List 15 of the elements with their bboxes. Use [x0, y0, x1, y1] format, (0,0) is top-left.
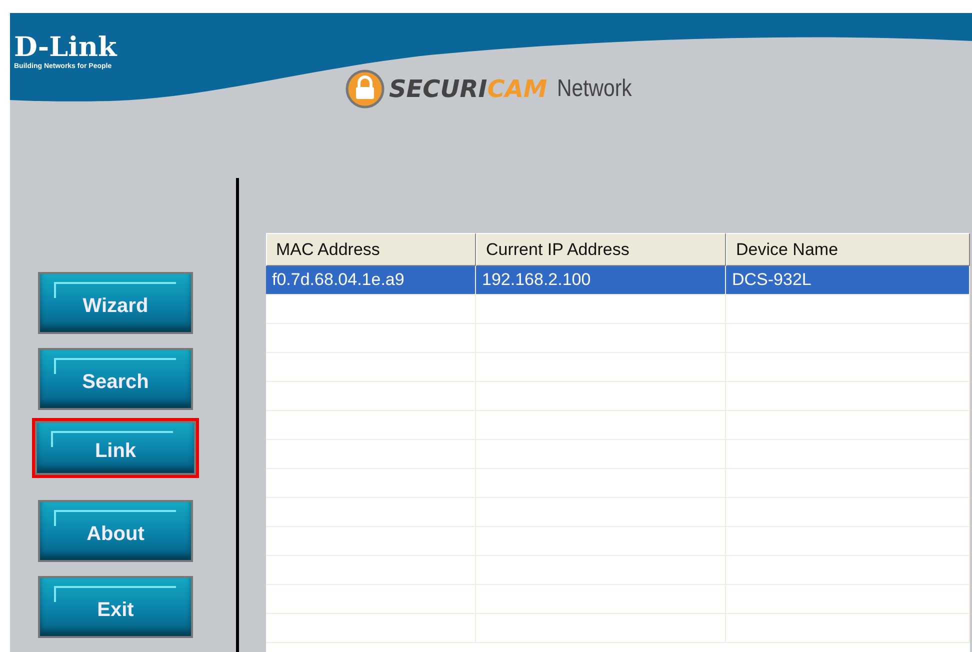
nav-button[interactable]: About	[38, 500, 193, 562]
product-subtitle: Network	[557, 75, 632, 103]
table-cell[interactable]: 192.168.2.100	[476, 266, 726, 294]
lock-icon	[345, 69, 385, 109]
product-name: SECURICAM	[389, 75, 548, 103]
logo: D-Link	[14, 33, 118, 63]
column-header[interactable]: MAC Address	[266, 233, 476, 266]
column-header[interactable]: Current IP Address	[476, 233, 726, 266]
column-header[interactable]: Device Name	[726, 233, 970, 266]
table-cell[interactable]: f0.7d.68.04.1e.a9	[266, 266, 476, 294]
nav-button[interactable]: Wizard	[38, 272, 193, 334]
table-cell[interactable]: DCS-932L	[726, 266, 970, 294]
nav-button[interactable]: Link	[35, 421, 196, 475]
nav-button[interactable]: Exit	[38, 576, 193, 638]
nav-button[interactable]: Search	[38, 348, 193, 410]
